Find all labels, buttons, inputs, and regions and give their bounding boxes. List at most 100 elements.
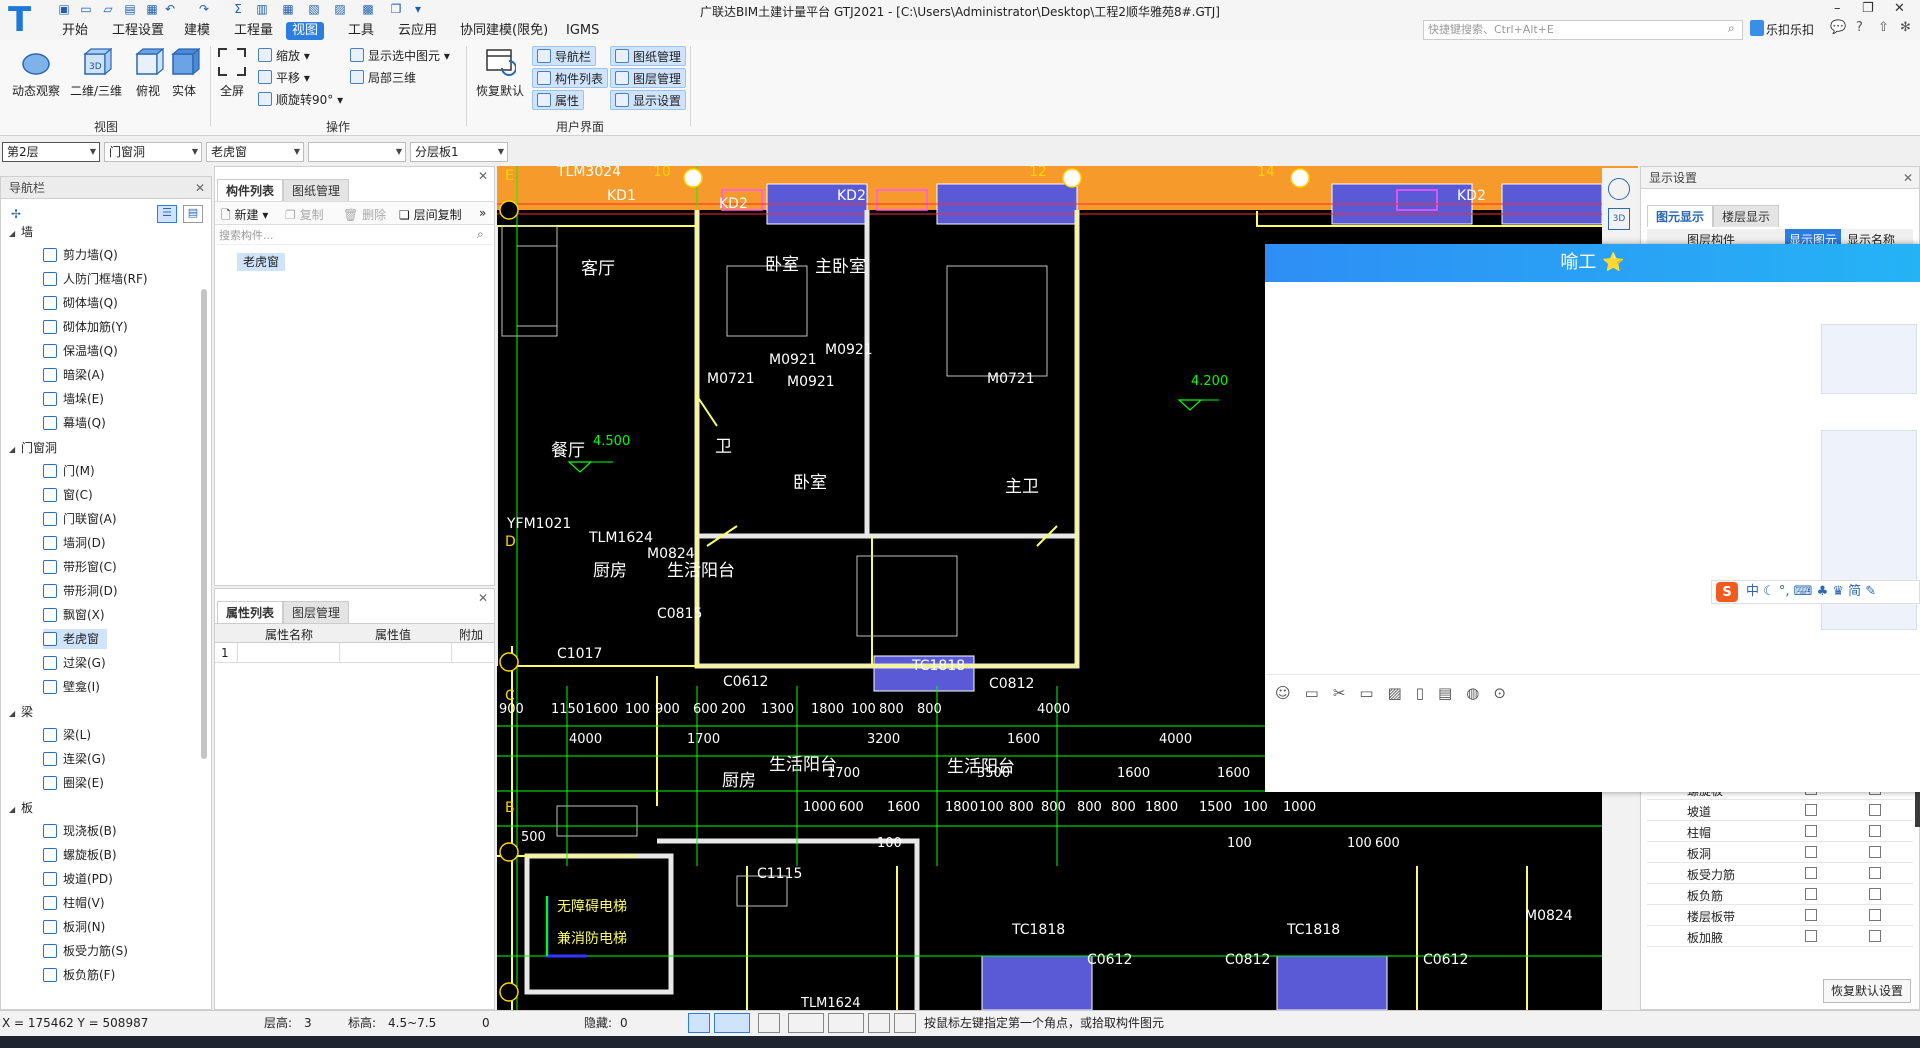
toggle-drawing-mgmt-button[interactable]: 图纸管理 bbox=[610, 46, 687, 66]
report-icon[interactable]: ▥ bbox=[254, 2, 270, 16]
help-icon[interactable]: ? bbox=[1856, 20, 1863, 35]
restore-default-button[interactable]: 恢复默认 bbox=[474, 46, 526, 99]
show-element-checkbox[interactable] bbox=[1805, 804, 1817, 816]
toggle-properties-button[interactable]: 属性 bbox=[532, 90, 585, 110]
nav-item[interactable]: 门(M) bbox=[43, 461, 103, 481]
menu-quantity[interactable]: 工程量 bbox=[228, 22, 279, 40]
nav-category[interactable]: ◢ 板 bbox=[9, 799, 33, 816]
nav-category[interactable]: ◢ 梁 bbox=[9, 703, 33, 720]
snap-icon[interactable] bbox=[714, 1013, 750, 1033]
nav-item[interactable]: 螺旋板(B) bbox=[43, 845, 125, 865]
component-item[interactable]: 老虎窗 bbox=[237, 253, 286, 271]
save-icon[interactable]: ▤ bbox=[122, 2, 138, 16]
table-row[interactable]: 板受力筋 bbox=[1647, 863, 1913, 884]
show-element-checkbox[interactable] bbox=[1805, 930, 1817, 942]
nav-item[interactable]: 带形洞(D) bbox=[43, 581, 126, 601]
quick-search-input[interactable]: 快捷键搜索、Ctrl+Alt+E bbox=[1423, 20, 1743, 40]
layer-select[interactable]: 分层板1 ▼ bbox=[410, 142, 508, 162]
folder-icon[interactable]: ▭ bbox=[1359, 684, 1387, 702]
menu-modeling[interactable]: 建模 bbox=[178, 22, 216, 40]
arc-icon[interactable] bbox=[894, 1013, 916, 1033]
sum-icon[interactable]: Σ bbox=[230, 2, 246, 16]
search-icon[interactable]: ⌕ bbox=[477, 227, 484, 242]
close-icon[interactable]: ✕ bbox=[478, 169, 488, 183]
pin-icon[interactable]: ⇧ bbox=[1878, 20, 1889, 35]
nav-item[interactable]: 壁龛(I) bbox=[43, 677, 108, 697]
doc-icon[interactable]: ▤ bbox=[1438, 684, 1466, 702]
orbit-view-button[interactable]: 动态观察 bbox=[10, 46, 62, 99]
more-icon[interactable]: » bbox=[479, 206, 486, 220]
nav-item[interactable]: 坡道(PD) bbox=[43, 869, 121, 889]
tab-component-list[interactable]: 构件列表 bbox=[217, 179, 284, 201]
gif-icon[interactable]: ▭ bbox=[1305, 684, 1333, 702]
redo-icon[interactable]: ↷ bbox=[196, 2, 212, 16]
minimize-icon[interactable]: – bbox=[1834, 1, 1841, 16]
menu-project-settings[interactable]: 工程设置 bbox=[106, 22, 170, 40]
user-avatar-icon[interactable] bbox=[1750, 20, 1764, 36]
restore-icon[interactable]: ❐ bbox=[1862, 1, 1874, 16]
nav-item[interactable]: 幕墙(Q) bbox=[43, 413, 114, 433]
local-3d-button[interactable]: 局部三维 bbox=[350, 68, 416, 88]
close-icon[interactable]: ✕ bbox=[478, 591, 488, 605]
emoji-icon[interactable]: ☺ bbox=[1275, 684, 1305, 702]
nav-item[interactable]: 剪力墙(Q) bbox=[43, 245, 126, 265]
close-icon[interactable]: ✕ bbox=[1894, 1, 1905, 16]
open-icon[interactable]: ▭ bbox=[78, 2, 94, 16]
menu-collab[interactable]: 协同建模(限免) bbox=[454, 22, 554, 40]
menu-view[interactable]: 视图 bbox=[286, 22, 325, 40]
folder-icon[interactable]: ▱ bbox=[100, 2, 116, 16]
pin-icon[interactable]: ✢ bbox=[11, 207, 21, 221]
chat-icon[interactable]: 💬 bbox=[1830, 20, 1846, 35]
settings-icon[interactable]: ✻ bbox=[1900, 20, 1911, 35]
table-row[interactable]: 楼层板带 bbox=[1647, 905, 1913, 926]
nav-category[interactable]: ◢ 墙 bbox=[9, 223, 33, 240]
show-element-checkbox[interactable] bbox=[1805, 909, 1817, 921]
nav-item[interactable]: 板受力筋(S) bbox=[43, 941, 136, 961]
tab-property-list[interactable]: 属性列表 bbox=[217, 601, 284, 623]
shake-icon[interactable]: ▯ bbox=[1416, 684, 1438, 702]
3d-box-icon[interactable]: 3D bbox=[1608, 208, 1630, 230]
show-name-checkbox[interactable] bbox=[1869, 930, 1881, 942]
nav-item[interactable]: 现浇板(B) bbox=[43, 821, 125, 841]
nav-item[interactable]: 老虎窗 bbox=[43, 629, 108, 649]
tab-layer-mgmt[interactable]: 图层管理 bbox=[283, 601, 350, 623]
solid-view-button[interactable]: 实体 bbox=[166, 46, 202, 99]
new-button[interactable]: 🗋 新建 ▾ bbox=[221, 206, 268, 227]
close-icon[interactable]: ✕ bbox=[195, 177, 205, 199]
nav-item[interactable]: 过梁(G) bbox=[43, 653, 114, 673]
sogou-icon[interactable]: S bbox=[1716, 582, 1738, 602]
toggle-display-settings-button[interactable]: 显示设置 bbox=[610, 90, 687, 110]
show-element-checkbox[interactable] bbox=[1805, 825, 1817, 837]
search-icon[interactable]: ⌕ bbox=[1728, 21, 1735, 36]
undo-icon[interactable]: ↶ bbox=[162, 2, 178, 16]
show-name-checkbox[interactable] bbox=[1869, 888, 1881, 900]
show-name-checkbox[interactable] bbox=[1869, 909, 1881, 921]
menu-start[interactable]: 开始 bbox=[56, 22, 94, 40]
nav-item[interactable]: 砌体加筋(Y) bbox=[43, 317, 136, 337]
show-element-checkbox[interactable] bbox=[1805, 888, 1817, 900]
component-select[interactable]: ▼ bbox=[308, 142, 406, 162]
ortho-icon[interactable] bbox=[688, 1013, 710, 1033]
list-view-icon[interactable]: ☰ bbox=[157, 205, 177, 223]
nav-item[interactable]: 保温墙(Q) bbox=[43, 341, 126, 361]
table-row[interactable]: 板洞 bbox=[1647, 842, 1913, 863]
fullscreen-button[interactable]: 全屏 bbox=[214, 46, 250, 99]
show-name-checkbox[interactable] bbox=[1869, 825, 1881, 837]
show-element-checkbox[interactable] bbox=[1805, 867, 1817, 879]
top-view-button[interactable]: 俯视 bbox=[130, 46, 166, 99]
show-element-checkbox[interactable] bbox=[1805, 846, 1817, 858]
chat-input[interactable] bbox=[1265, 708, 1920, 792]
user-name[interactable]: 乐扣乐扣 bbox=[1766, 21, 1814, 38]
nav-item[interactable]: 人防门框墙(RF) bbox=[43, 269, 156, 289]
new-icon[interactable]: ▣ bbox=[56, 2, 72, 16]
nav-item[interactable]: 门联窗(A) bbox=[43, 509, 125, 529]
copy-button[interactable]: ❐ 复制 bbox=[285, 206, 324, 223]
menu-igms[interactable]: IGMS bbox=[560, 22, 605, 40]
2d-3d-button[interactable]: 3D 二维/三维 bbox=[66, 46, 126, 99]
image-icon[interactable]: ▨ bbox=[1388, 684, 1416, 702]
customize-icon[interactable]: ▾ bbox=[410, 2, 426, 16]
orbit-icon[interactable] bbox=[1608, 178, 1630, 200]
floor-copy-button[interactable]: ❏ 层间复制 bbox=[399, 206, 462, 223]
more-icon[interactable]: ⊙ bbox=[1493, 684, 1520, 702]
menu-cloud[interactable]: 云应用 bbox=[392, 22, 443, 40]
